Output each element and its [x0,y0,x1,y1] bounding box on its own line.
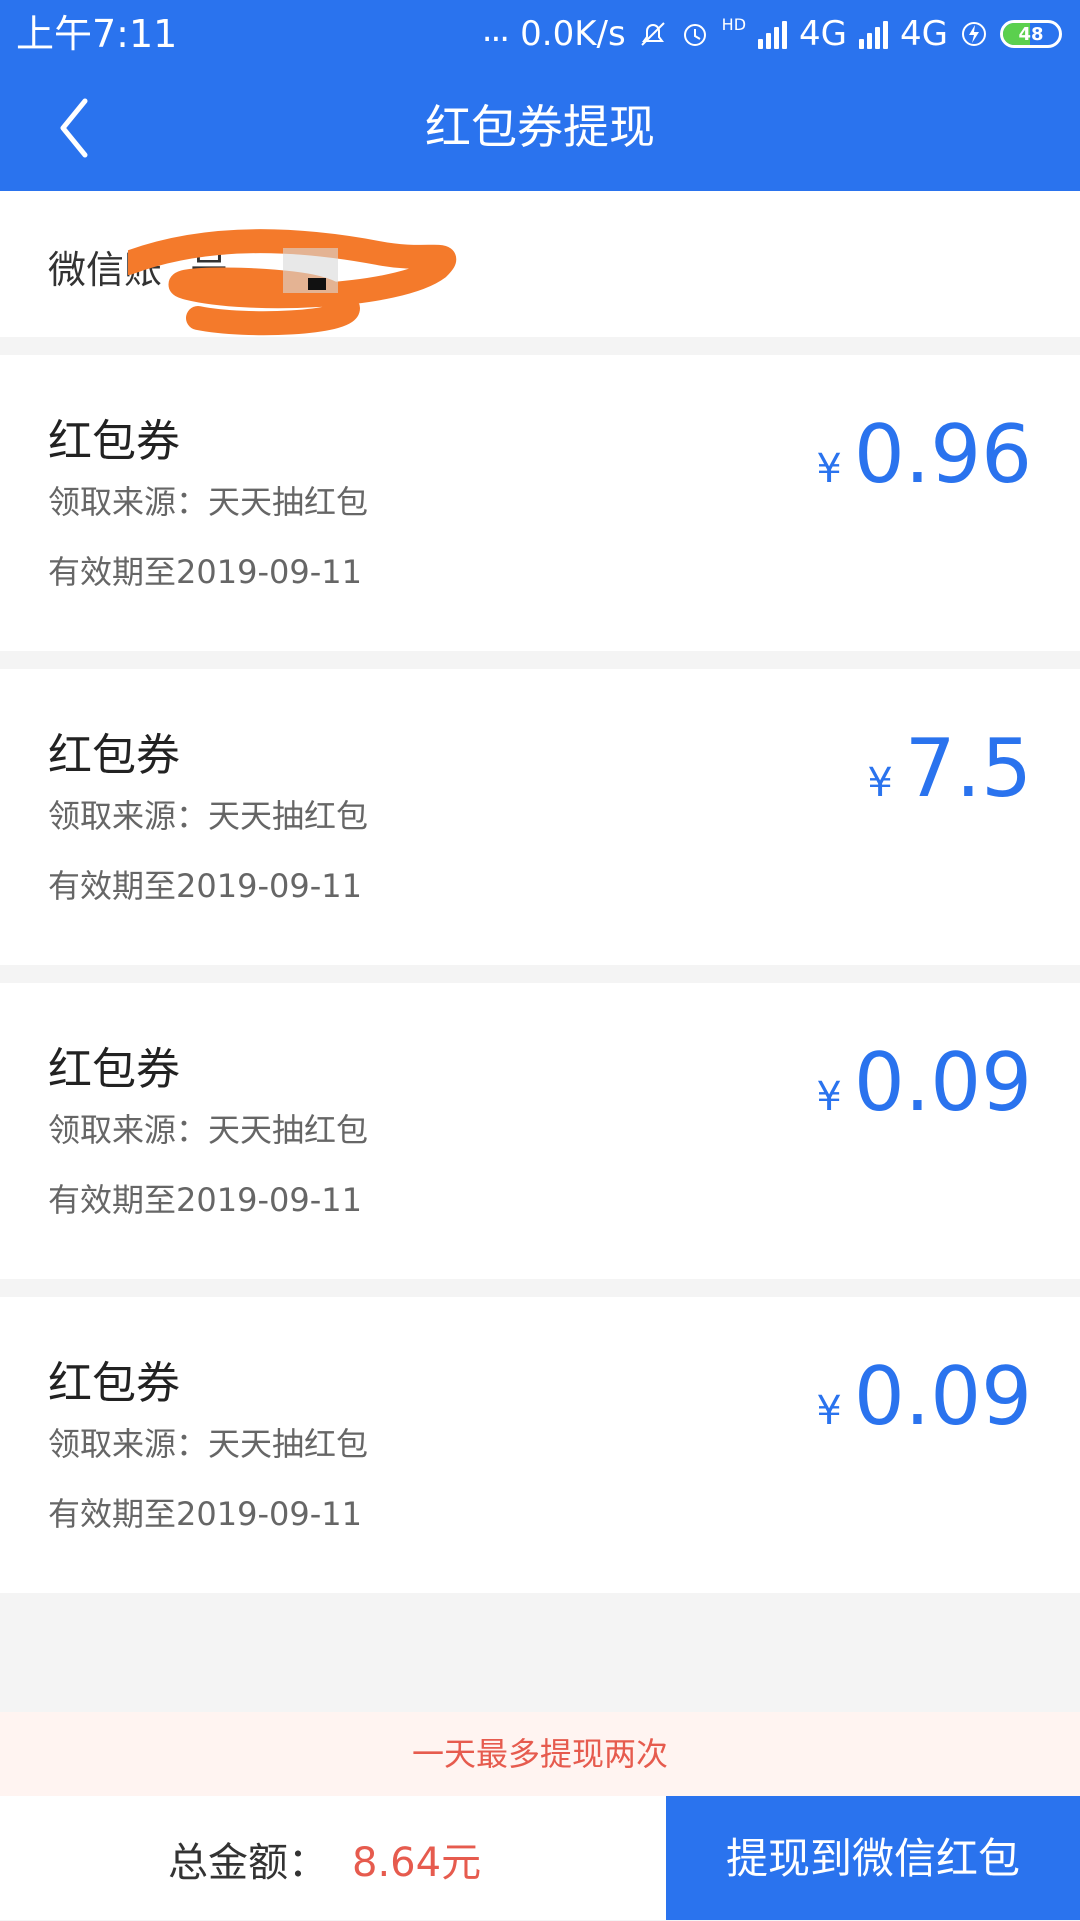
signal-icon-1 [758,19,788,49]
status-bar: 上午7:11 ... 0.0K/s HD 4G 4G 48 [0,0,1080,68]
network-speed: 0.0K/s [520,14,626,54]
status-time: 上午7:11 [16,12,178,56]
coupon-amount: ¥ 0.96 [816,415,1032,495]
alarm-icon [680,19,710,49]
currency-symbol: ¥ [816,446,842,492]
coupon-expiry: 有效期至2019-09-11 [48,553,362,591]
currency-symbol: ¥ [816,1074,842,1120]
coupon-title: 红包券 [48,1358,180,1409]
coupon-source: 领取来源：天天抽红包 [48,1425,369,1463]
battery-icon: 48 [1000,20,1062,48]
network-type-2: 4G [900,14,948,54]
coupon-expiry: 有效期至2019-09-11 [48,1181,362,1219]
coupon-title: 红包券 [48,416,180,467]
coupon-expiry: 有效期至2019-09-11 [48,867,362,905]
withdraw-limit-notice: 一天最多提现两次 [0,1712,1080,1796]
coupon-card[interactable]: 红包券 领取来源：天天抽红包 有效期至2019-09-11 ¥ 0.09 [0,1297,1080,1593]
total-label: 总金额： [168,1840,328,1886]
signal-icon-2 [859,19,889,49]
currency-symbol: ¥ [867,760,893,806]
currency-symbol: ¥ [816,1388,842,1434]
coupon-card[interactable]: 红包券 领取来源：天天抽红包 有效期至2019-09-11 ¥ 0.09 [0,983,1080,1279]
battery-percentage: 48 [1018,23,1044,45]
more-dots-icon: ... [481,10,510,50]
coupon-amount: ¥ 7.5 [867,729,1032,809]
footer-bar: 总金额： 8.64元 提现到微信红包 [0,1796,1080,1920]
amount-value: 0.96 [853,408,1032,501]
coupon-amount: ¥ 0.09 [816,1357,1032,1437]
network-type-1: 4G [799,14,848,54]
account-label: 微信账 [48,248,163,292]
amount-value: 7.5 [904,722,1032,815]
total-amount: 总金额： 8.64元 [168,1830,481,1888]
page-title: 红包券提现 [425,100,655,154]
wechat-account-row: 微信账 号 [0,191,1080,337]
coupon-source: 领取来源：天天抽红包 [48,1111,369,1149]
total-value: 8.64元 [352,1840,482,1886]
coupon-expiry: 有效期至2019-09-11 [48,1495,362,1533]
hd-badge: HD [721,14,747,34]
status-icons: ... 0.0K/s HD 4G 4G 48 [482,10,1062,58]
amount-value: 0.09 [853,1036,1032,1129]
coupon-source: 领取来源：天天抽红包 [48,483,369,521]
app-header: 上午7:11 ... 0.0K/s HD 4G 4G 48 红包券提现 [0,0,1080,191]
coupon-amount: ¥ 0.09 [816,1043,1032,1123]
coupon-card[interactable]: 红包券 领取来源：天天抽红包 有效期至2019-09-11 ¥ 7.5 [0,669,1080,965]
account-value: 号 [190,248,229,292]
coupon-title: 红包券 [48,730,180,781]
charging-icon [960,20,988,48]
mute-bell-icon [638,19,668,49]
amount-value: 0.09 [853,1350,1032,1443]
withdraw-to-wechat-button[interactable]: 提现到微信红包 [666,1796,1080,1920]
coupon-title: 红包券 [48,1044,180,1095]
coupon-source: 领取来源：天天抽红包 [48,797,369,835]
coupon-card[interactable]: 红包券 领取来源：天天抽红包 有效期至2019-09-11 ¥ 0.96 [0,355,1080,651]
